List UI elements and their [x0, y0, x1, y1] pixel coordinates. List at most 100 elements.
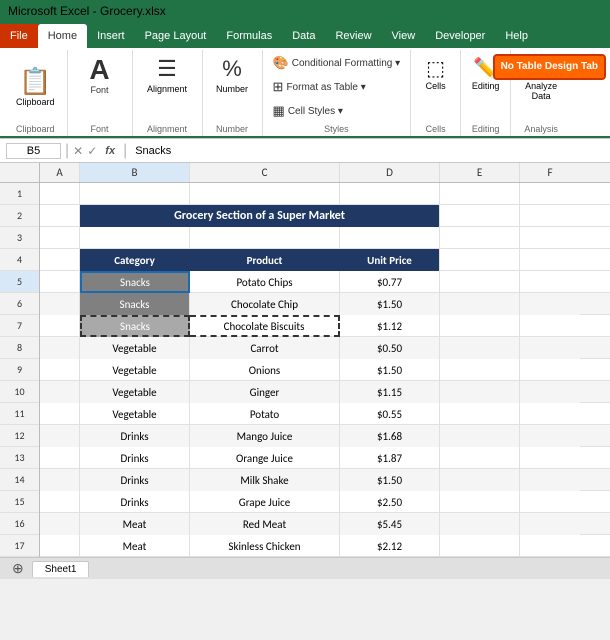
- cell-a14[interactable]: [40, 469, 80, 491]
- cell-b6[interactable]: Snacks: [80, 293, 190, 315]
- tab-developer[interactable]: Developer: [425, 24, 495, 48]
- tab-pagelayout[interactable]: Page Layout: [135, 24, 217, 48]
- cell-d3[interactable]: [340, 227, 440, 249]
- cell-a8[interactable]: [40, 337, 80, 359]
- cell-c1[interactable]: [190, 183, 340, 205]
- cell-f7[interactable]: [520, 315, 580, 337]
- cell-e2[interactable]: [440, 205, 520, 227]
- col-header-f[interactable]: F: [520, 163, 580, 182]
- tab-view[interactable]: View: [382, 24, 426, 48]
- fx-icon[interactable]: fx: [101, 145, 119, 157]
- row-header-10[interactable]: 10: [0, 381, 39, 403]
- cell-e6[interactable]: [440, 293, 520, 315]
- cells-button[interactable]: ⬚ Cells: [422, 52, 450, 95]
- title-cell[interactable]: Grocery Section of a Super Market: [80, 205, 440, 227]
- cell-f6[interactable]: [520, 293, 580, 315]
- cell-d16[interactable]: $5.45: [340, 513, 440, 535]
- cell-e14[interactable]: [440, 469, 520, 491]
- row-header-15[interactable]: 15: [0, 491, 39, 513]
- cell-c15[interactable]: Grape Juice: [190, 491, 340, 513]
- cell-b12[interactable]: Drinks: [80, 425, 190, 447]
- cell-d17[interactable]: $2.12: [340, 535, 440, 557]
- cell-d5[interactable]: $0.77: [340, 271, 440, 293]
- cell-c7[interactable]: Chocolate Biscuits: [190, 315, 340, 337]
- cell-b5[interactable]: Snacks: [80, 271, 190, 293]
- cell-a16[interactable]: [40, 513, 80, 535]
- tab-help[interactable]: Help: [495, 24, 538, 48]
- clipboard-button[interactable]: 📋 Clipboard: [10, 62, 61, 111]
- cell-f15[interactable]: [520, 491, 580, 513]
- sheet-tab-add[interactable]: ⊕: [4, 558, 32, 579]
- cell-c5[interactable]: Potato Chips: [190, 271, 340, 293]
- cell-f8[interactable]: [520, 337, 580, 359]
- cell-c11[interactable]: Potato: [190, 403, 340, 425]
- cell-a12[interactable]: [40, 425, 80, 447]
- cell-c17[interactable]: Skinless Chicken: [190, 535, 340, 557]
- cell-e10[interactable]: [440, 381, 520, 403]
- cell-e13[interactable]: [440, 447, 520, 469]
- formula-input[interactable]: [131, 144, 604, 158]
- cell-e7[interactable]: [440, 315, 520, 337]
- cell-b16[interactable]: Meat: [80, 513, 190, 535]
- cell-a7[interactable]: [40, 315, 80, 337]
- cell-d6[interactable]: $1.50: [340, 293, 440, 315]
- cell-c4[interactable]: Product: [190, 249, 340, 271]
- row-header-4[interactable]: 4: [0, 249, 39, 271]
- cell-e4[interactable]: [440, 249, 520, 271]
- cell-b9[interactable]: Vegetable: [80, 359, 190, 381]
- cell-b11[interactable]: Vegetable: [80, 403, 190, 425]
- sheet-tab-1[interactable]: Sheet1: [32, 561, 90, 577]
- cell-d11[interactable]: $0.55: [340, 403, 440, 425]
- row-header-3[interactable]: 3: [0, 227, 39, 249]
- cell-f3[interactable]: [520, 227, 580, 249]
- cell-d14[interactable]: $1.50: [340, 469, 440, 491]
- row-header-14[interactable]: 14: [0, 469, 39, 491]
- cell-a6[interactable]: [40, 293, 80, 315]
- cell-e1[interactable]: [440, 183, 520, 205]
- row-header-5[interactable]: 5: [0, 271, 39, 293]
- cell-f1[interactable]: [520, 183, 580, 205]
- cell-a17[interactable]: [40, 535, 80, 557]
- cell-a10[interactable]: [40, 381, 80, 403]
- cell-a4[interactable]: [40, 249, 80, 271]
- cell-c9[interactable]: Onions: [190, 359, 340, 381]
- name-box[interactable]: [6, 143, 61, 159]
- cell-c16[interactable]: Red Meat: [190, 513, 340, 535]
- row-header-17[interactable]: 17: [0, 535, 39, 557]
- cell-a13[interactable]: [40, 447, 80, 469]
- cell-c10[interactable]: Ginger: [190, 381, 340, 403]
- cell-e11[interactable]: [440, 403, 520, 425]
- cell-b8[interactable]: Vegetable: [80, 337, 190, 359]
- cell-e15[interactable]: [440, 491, 520, 513]
- cell-styles-button[interactable]: ▦ Cell Styles ▾: [269, 100, 405, 122]
- col-header-d[interactable]: D: [340, 163, 440, 182]
- cell-f5[interactable]: [520, 271, 580, 293]
- cell-a2[interactable]: [40, 205, 80, 227]
- cell-a5[interactable]: [40, 271, 80, 293]
- cell-b10[interactable]: Vegetable: [80, 381, 190, 403]
- cell-e8[interactable]: [440, 337, 520, 359]
- row-header-6[interactable]: 6: [0, 293, 39, 315]
- cell-a3[interactable]: [40, 227, 80, 249]
- col-header-e[interactable]: E: [440, 163, 520, 182]
- cell-e3[interactable]: [440, 227, 520, 249]
- cell-f11[interactable]: [520, 403, 580, 425]
- cell-d8[interactable]: $0.50: [340, 337, 440, 359]
- tab-formulas[interactable]: Formulas: [216, 24, 282, 48]
- cell-b3[interactable]: [80, 227, 190, 249]
- cell-e16[interactable]: [440, 513, 520, 535]
- row-header-1[interactable]: 1: [0, 183, 39, 205]
- cell-f12[interactable]: [520, 425, 580, 447]
- cell-a1[interactable]: [40, 183, 80, 205]
- cell-d7[interactable]: $1.12: [340, 315, 440, 337]
- cell-b14[interactable]: Drinks: [80, 469, 190, 491]
- cell-e5[interactable]: [440, 271, 520, 293]
- row-header-16[interactable]: 16: [0, 513, 39, 535]
- cell-f10[interactable]: [520, 381, 580, 403]
- col-header-a[interactable]: A: [40, 163, 80, 182]
- cell-b1[interactable]: [80, 183, 190, 205]
- tab-insert[interactable]: Insert: [87, 24, 135, 48]
- row-header-13[interactable]: 13: [0, 447, 39, 469]
- row-header-7[interactable]: 7: [0, 315, 39, 337]
- cell-f2[interactable]: [520, 205, 580, 227]
